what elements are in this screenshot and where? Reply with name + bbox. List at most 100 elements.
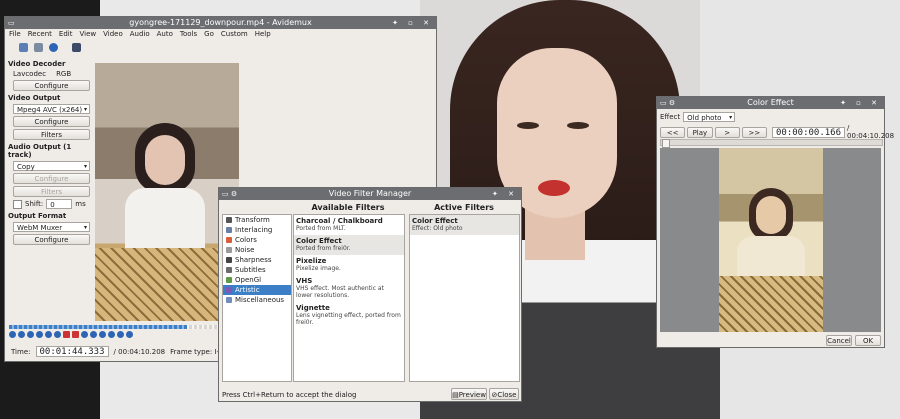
goto-b-icon[interactable] <box>90 331 97 338</box>
filter-name: Color Effect <box>412 217 458 225</box>
color-effect-dialog: ▭ ⚙ Color Effect ✦ ▫ ✕ Effect Old photo ▾… <box>656 96 894 348</box>
category-sharpness[interactable]: Sharpness <box>223 255 291 265</box>
muxer-configure-button[interactable]: Configure <box>13 234 90 245</box>
first-frame-icon[interactable] <box>117 331 124 338</box>
menu-item-help[interactable]: Help <box>255 29 271 40</box>
video-codec-value: Mpeg4 AVC (x264) <box>17 106 83 114</box>
marker-b-icon[interactable] <box>72 331 79 338</box>
filter-description: Pixelize image. <box>296 265 341 272</box>
category-interlacing[interactable]: Interlacing <box>223 225 291 235</box>
filter-name: Color Effect <box>296 237 342 245</box>
menu-item-video[interactable]: Video <box>103 29 123 40</box>
menu-item-auto[interactable]: Auto <box>157 29 173 40</box>
available-filter-item[interactable]: Color Effect Ported from frei0r. <box>294 235 404 255</box>
ok-button[interactable]: OK <box>855 335 881 346</box>
window-menu-icon[interactable]: ▭ <box>8 17 15 29</box>
window-menu-icon[interactable]: ▭ ⚙ <box>660 97 675 109</box>
rewind-button[interactable]: << <box>660 126 686 138</box>
video-configure-button[interactable]: Configure <box>13 116 90 127</box>
active-filter-item[interactable]: Color Effect Effect: Old photo <box>410 215 519 235</box>
fast-forward-button[interactable]: >> <box>741 126 767 138</box>
prev-keyframe-icon[interactable] <box>45 331 52 338</box>
category-label: Subtitles <box>235 266 266 274</box>
menu-item-custom[interactable]: Custom <box>221 29 248 40</box>
opengl-icon <box>226 277 232 283</box>
muxer-select[interactable]: WebM Muxer ▾ <box>13 222 90 232</box>
play-button[interactable]: Play <box>687 126 713 138</box>
category-list: Transform Interlacing Colors Noise Sharpness… <box>222 214 292 382</box>
video-codec-select[interactable]: Mpeg4 AVC (x264) ▾ <box>13 104 90 114</box>
available-filter-item[interactable]: VHS VHS effect. Most authentic at lower r… <box>294 275 404 302</box>
available-filter-item[interactable]: Pixelize Pixelize image. <box>294 255 404 275</box>
video-filters-button[interactable]: Filters <box>13 129 90 140</box>
next-frame-icon[interactable] <box>36 331 43 338</box>
category-artistic[interactable]: Artistic <box>223 285 291 295</box>
category-colors[interactable]: Colors <box>223 235 291 245</box>
menu-item-view[interactable]: View <box>79 29 96 40</box>
prev-black-icon[interactable] <box>99 331 106 338</box>
menu-item-file[interactable]: File <box>9 29 21 40</box>
menu-item-go[interactable]: Go <box>204 29 214 40</box>
shift-checkbox[interactable] <box>13 199 22 209</box>
close-button[interactable]: ⊘Close <box>489 388 519 400</box>
calculator-icon[interactable] <box>72 42 81 52</box>
slider-handle[interactable] <box>662 139 670 148</box>
window-menu-icon[interactable]: ▭ ⚙ <box>222 188 237 200</box>
category-label: Noise <box>235 246 255 254</box>
menu-item-recent[interactable]: Recent <box>28 29 52 40</box>
time-input[interactable]: 00:01:44.333 <box>35 346 109 357</box>
audio-configure-button[interactable]: Configure <box>13 173 90 184</box>
category-subtitles[interactable]: Subtitles <box>223 265 291 275</box>
filter-name: VHS <box>296 277 313 285</box>
category-miscellaneous[interactable]: Miscellaneous <box>223 295 291 305</box>
play-icon[interactable] <box>18 331 25 338</box>
background-photo-lips <box>538 180 570 196</box>
prev-frame-icon[interactable] <box>27 331 34 338</box>
dialog-title: Color Effect <box>747 98 794 107</box>
category-label: Interlacing <box>235 226 273 234</box>
menu-item-audio[interactable]: Audio <box>130 29 150 40</box>
available-filter-item[interactable]: Vignette Lens vignetting effect, ported f… <box>294 302 404 329</box>
filter-manager-dialog: ▭ ⚙ Video Filter Manager ✦ ✕ Transform In… <box>218 187 522 402</box>
category-opengl[interactable]: OpenGl <box>223 275 291 285</box>
dialog-title: Video Filter Manager <box>328 189 412 198</box>
category-label: Colors <box>235 236 257 244</box>
window-controls[interactable]: ✦ ▫ ✕ <box>392 17 433 29</box>
noise-icon <box>226 247 232 253</box>
preview-basket <box>719 276 823 332</box>
category-transform[interactable]: Transform <box>223 215 291 225</box>
audio-filters-button[interactable]: Filters <box>13 186 90 197</box>
shift-input[interactable]: 0 <box>46 199 73 209</box>
chevron-down-icon: ▾ <box>83 163 87 170</box>
category-label: OpenGl <box>235 276 262 284</box>
preview-icon: ▤ <box>452 391 459 399</box>
time-label: Time: <box>11 347 31 356</box>
time-input[interactable]: 00:00:00.166 <box>772 126 846 138</box>
next-frame-button[interactable]: > <box>714 126 740 138</box>
total-duration: / 00:04:10.208 <box>113 347 166 356</box>
cancel-button[interactable]: Cancel <box>826 335 852 346</box>
goto-a-icon[interactable] <box>81 331 88 338</box>
available-filter-item[interactable]: Charcoal / Chalkboard Ported from MLT. <box>294 215 404 235</box>
active-filters-heading: Active Filters <box>434 203 494 212</box>
filter-manager-titlebar: ▭ ⚙ Video Filter Manager ✦ ✕ <box>219 188 521 200</box>
next-keyframe-icon[interactable] <box>54 331 61 338</box>
category-label: Sharpness <box>235 256 272 264</box>
category-noise[interactable]: Noise <box>223 245 291 255</box>
preview-button[interactable]: ▤Preview <box>451 388 487 400</box>
rewind-icon[interactable] <box>9 331 16 338</box>
preview-slider[interactable] <box>660 139 883 148</box>
save-file-icon[interactable] <box>34 42 43 52</box>
window-controls[interactable]: ✦ ▫ ✕ <box>840 97 881 109</box>
menu-item-tools[interactable]: Tools <box>180 29 197 40</box>
next-black-icon[interactable] <box>108 331 115 338</box>
menu-item-edit[interactable]: Edit <box>59 29 73 40</box>
marker-a-icon[interactable] <box>63 331 70 338</box>
audio-codec-select[interactable]: Copy ▾ <box>13 161 90 171</box>
effect-select[interactable]: Old photo ▾ <box>683 112 736 122</box>
decoder-configure-button[interactable]: Configure <box>13 80 90 91</box>
open-file-icon[interactable] <box>19 42 28 52</box>
info-icon[interactable] <box>49 42 58 52</box>
last-frame-icon[interactable] <box>126 331 133 338</box>
window-controls[interactable]: ✦ ✕ <box>492 188 518 200</box>
